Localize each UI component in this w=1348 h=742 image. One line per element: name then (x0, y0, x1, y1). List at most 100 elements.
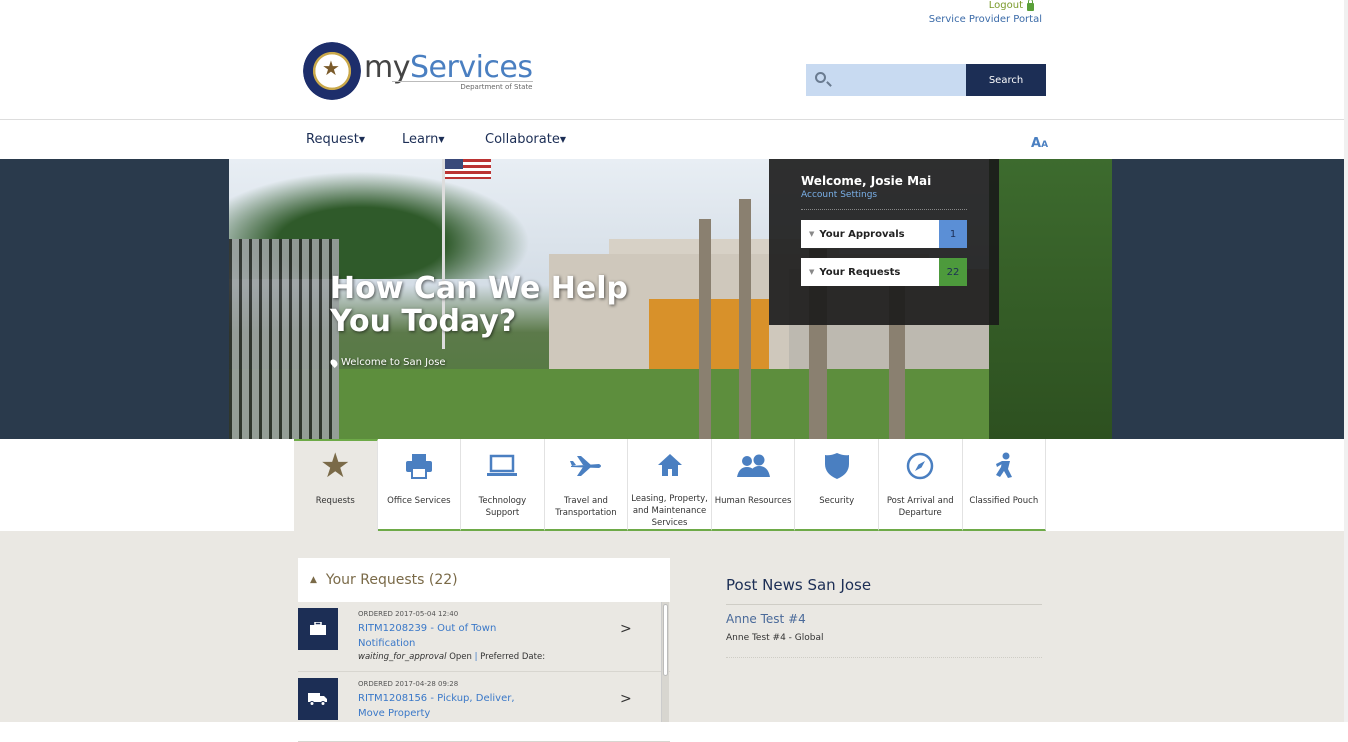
tile-travel-transportation[interactable]: Travel and Transportation (544, 439, 629, 531)
nav-collaborate[interactable]: Collaborate▼ (485, 132, 566, 147)
caret-down-icon: ▼ (358, 135, 365, 144)
brand-wordmark: myServices Department of State (364, 50, 533, 92)
tile-label: Technology Support (478, 496, 527, 518)
requests-count-badge[interactable]: 22 (939, 258, 967, 286)
tile-label: Office Services (387, 496, 451, 506)
star-icon: ★ (320, 446, 351, 486)
brand-services: Services (409, 50, 533, 85)
divider (801, 209, 967, 210)
courier-icon (990, 451, 1018, 481)
font-size-big: A (1031, 136, 1042, 151)
tile-requests[interactable]: ★ Requests (294, 439, 378, 531)
account-settings-link[interactable]: Account Settings (801, 190, 967, 200)
tile-leasing-property[interactable]: Leasing, Property, and Maintenance Servi… (628, 439, 712, 531)
request-ordered-date: ORDERED 2017-04-28 09:28 (358, 680, 459, 688)
font-size-small: A (1041, 140, 1049, 150)
brand-my: my (364, 50, 410, 85)
logo[interactable]: myServices Department of State (303, 42, 533, 100)
nav-learn[interactable]: Learn▼ (402, 132, 445, 147)
tile-label: Travel and Transportation (555, 496, 617, 518)
nav-collaborate-label[interactable]: Collaborate (485, 132, 560, 147)
request-link[interactable]: RITM1208239 - Out of Town Notification (358, 621, 518, 651)
news-item-link[interactable]: Anne Test #4 (726, 612, 806, 626)
content-area (0, 531, 1344, 722)
airplane-icon (569, 451, 603, 481)
request-status: waiting_for_approval Open | Preferred Da… (358, 652, 545, 662)
your-requests-row[interactable]: ▼ Your Requests 22 (801, 258, 967, 286)
hero-location: Welcome to San Jose (329, 357, 446, 368)
printer-icon (405, 451, 433, 481)
welcome-greeting: Welcome, Josie Mai (801, 174, 932, 188)
request-link[interactable]: RITM1208156 - Pickup, Deliver, Move Prop… (358, 691, 518, 721)
request-state: Open (449, 652, 472, 662)
search-button[interactable]: Search (966, 64, 1046, 96)
flag-icon (445, 159, 491, 179)
search-input[interactable] (834, 64, 964, 96)
nav-request[interactable]: Request▼ (306, 132, 365, 147)
people-icon (735, 451, 771, 481)
briefcase-icon (298, 608, 338, 650)
hero-title: How Can We Help You Today? (330, 271, 628, 339)
news-item-subtitle: Anne Test #4 - Global (726, 633, 824, 643)
scrollbar-thumb[interactable] (663, 604, 668, 676)
service-provider-portal-link[interactable]: Service Provider Portal (929, 14, 1042, 25)
chevron-right-icon[interactable]: > (620, 691, 632, 707)
tile-office-services[interactable]: Office Services (377, 439, 462, 531)
tile-label: Post Arrival and Departure (886, 496, 954, 518)
home-icon (657, 451, 683, 479)
font-size-toggle[interactable]: AA (1031, 132, 1048, 151)
request-preferred-date: Preferred Date: (480, 652, 546, 662)
tile-label: Human Resources (714, 496, 792, 506)
main-nav: Request▼ Learn▼ Collaborate▼ AA (0, 119, 1344, 159)
requests-scrollbar[interactable] (661, 602, 669, 722)
welcome-panel: Welcome, Josie Mai Account Settings ▼ Yo… (769, 159, 999, 325)
tile-security[interactable]: Security (795, 439, 879, 531)
search-icon (815, 72, 826, 83)
lock-icon (1027, 0, 1034, 11)
nav-request-label[interactable]: Request (306, 132, 359, 147)
chevron-right-icon[interactable]: > (620, 621, 632, 637)
chevron-down-icon: ▼ (809, 268, 815, 276)
tile-post-arrival-departure[interactable]: Post Arrival and Departure (878, 439, 963, 531)
logout-link[interactable]: Logout (989, 0, 1034, 11)
shield-icon (824, 451, 850, 481)
nav-learn-label[interactable]: Learn (402, 132, 438, 147)
your-approvals-label[interactable]: Your Approvals (819, 229, 904, 240)
divider (726, 604, 1042, 605)
tile-label: Classified Pouch (969, 496, 1039, 506)
page-scrollbar[interactable] (1344, 0, 1348, 722)
tile-label: Requests (315, 496, 355, 506)
tile-human-resources[interactable]: Human Resources (711, 439, 796, 531)
request-item[interactable]: ORDERED 2017-05-04 12:40 RITM1208239 - O… (298, 602, 670, 672)
request-approval-status: waiting_for_approval (358, 652, 447, 662)
truck-icon (298, 678, 338, 720)
request-ordered-date: ORDERED 2017-05-04 12:40 (358, 610, 459, 618)
search-field[interactable] (806, 64, 966, 96)
tile-technology-support[interactable]: Technology Support (461, 439, 545, 531)
tile-classified-pouch[interactable]: Classified Pouch (962, 439, 1047, 531)
brand-subtitle: Department of State (392, 81, 533, 91)
your-approvals-row[interactable]: ▼ Your Approvals 1 (801, 220, 967, 248)
laptop-icon (486, 451, 518, 481)
tile-label: Security (819, 496, 855, 506)
chevron-down-icon: ▼ (809, 230, 815, 238)
caret-down-icon: ▼ (559, 135, 566, 144)
your-requests-title: Your Requests (22) (325, 572, 458, 588)
your-requests-header[interactable]: ▲ Your Requests (22) (298, 558, 670, 602)
your-requests-label[interactable]: Your Requests (819, 267, 900, 278)
tile-label: Leasing, Property, and Maintenance Servi… (631, 494, 708, 528)
hero-location-text: Welcome to San Jose (341, 357, 446, 368)
department-seal-icon (303, 42, 361, 100)
map-pin-icon (329, 357, 339, 368)
collapse-triangle-icon: ▲ (310, 575, 317, 585)
caret-down-icon: ▼ (438, 135, 445, 144)
compass-icon (906, 451, 934, 481)
request-item[interactable]: ORDERED 2017-04-28 09:28 RITM1208156 - P… (298, 672, 670, 742)
approvals-count-badge[interactable]: 1 (939, 220, 967, 248)
header: Logout Service Provider Portal myService… (0, 0, 1344, 120)
your-requests-panel: ▲ Your Requests (22) ORDERED 2017-05-04 … (298, 558, 670, 742)
news-title: Post News San Jose (726, 576, 872, 594)
category-tiles: ★ Requests Office Services Technology Su… (294, 439, 1047, 531)
request-separator: | (474, 652, 478, 662)
logout-label[interactable]: Logout (989, 0, 1023, 11)
